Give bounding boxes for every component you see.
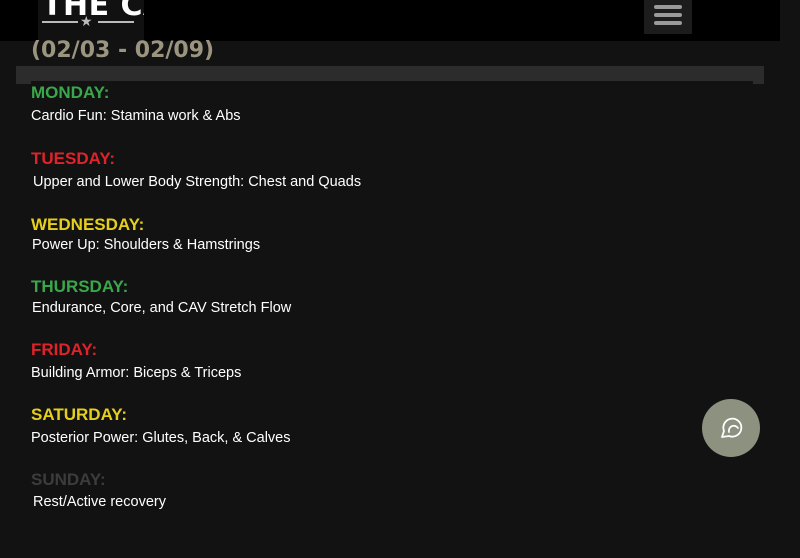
day-label-sunday: SUNDAY: xyxy=(31,470,106,489)
day-description-tuesday: Upper and Lower Body Strength: Chest and… xyxy=(33,174,362,190)
day-description-saturday: Posterior Power: Glutes, Back, & Calves xyxy=(31,430,291,446)
site-header: THE CAV ★ xyxy=(0,0,780,41)
section-divider xyxy=(16,66,764,84)
hamburger-menu-icon-bar xyxy=(654,13,682,17)
logo-line-right xyxy=(98,21,134,23)
day-label-tuesday: TUESDAY: xyxy=(31,149,116,168)
day-label-wednesday: WEDNESDAY: xyxy=(31,215,145,234)
day-description-wednesday: Power Up: Shoulders & Hamstrings xyxy=(32,237,261,253)
schedule-date-range: (02/03 - 02/09) xyxy=(31,38,215,63)
chat-button[interactable] xyxy=(702,399,760,457)
day-description-friday: Building Armor: Biceps & Triceps xyxy=(31,365,242,381)
logo-line-left xyxy=(42,21,78,23)
day-label-friday: FRIDAY: xyxy=(31,340,98,359)
day-label-saturday: SATURDAY: xyxy=(31,405,128,424)
day-label-monday: MONDAY: xyxy=(31,83,110,102)
logo-text: THE CAV xyxy=(42,0,144,23)
site-logo[interactable]: THE CAV ★ xyxy=(38,0,144,41)
star-icon: ★ xyxy=(80,13,93,29)
day-label-thursday: THURSDAY: xyxy=(31,277,129,296)
day-description-thursday: Endurance, Core, and CAV Stretch Flow xyxy=(32,300,292,316)
chat-bubble-icon xyxy=(721,417,743,438)
menu-button[interactable] xyxy=(644,0,692,34)
day-description-monday: Cardio Fun: Stamina work & Abs xyxy=(31,108,241,124)
hamburger-menu-icon xyxy=(654,5,682,9)
day-description-sunday: Rest/Active recovery xyxy=(33,494,166,510)
hamburger-menu-icon-bar xyxy=(654,21,682,25)
